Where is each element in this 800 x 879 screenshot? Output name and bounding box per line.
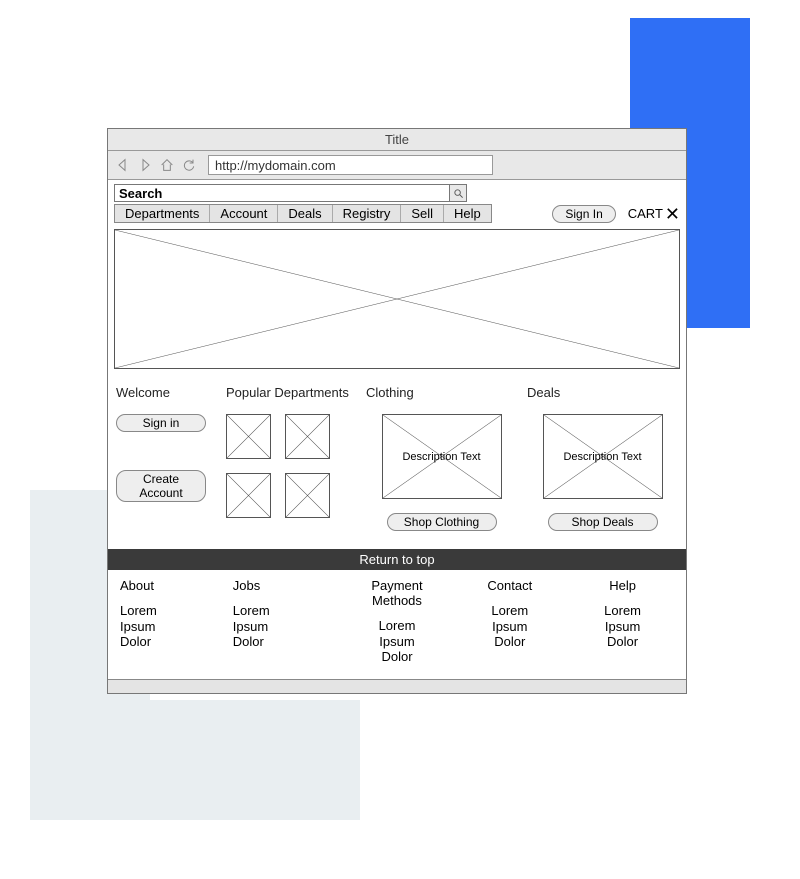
- footer-link[interactable]: Ipsum: [571, 619, 674, 635]
- footer-link[interactable]: Lorem: [233, 603, 336, 619]
- footer-link[interactable]: Ipsum: [233, 619, 336, 635]
- footer-col-title[interactable]: Contact: [458, 578, 561, 593]
- deals-title: Deals: [527, 385, 560, 400]
- menu-help[interactable]: Help: [444, 205, 491, 222]
- welcome-signin-button[interactable]: Sign in: [116, 414, 206, 432]
- hero-image-placeholder: [114, 229, 680, 369]
- window-title: Title: [108, 129, 686, 151]
- back-icon[interactable]: [114, 156, 132, 174]
- clothing-title: Clothing: [366, 385, 414, 400]
- popular-title: Popular Departments: [226, 385, 356, 400]
- deals-image-placeholder: Description Text: [543, 414, 663, 499]
- footer-link[interactable]: Dolor: [233, 634, 336, 650]
- footer-link[interactable]: Lorem: [458, 603, 561, 619]
- return-to-top[interactable]: Return to top: [108, 549, 686, 570]
- footer-link[interactable]: Lorem: [346, 618, 449, 634]
- dept-thumb[interactable]: [226, 473, 271, 518]
- clothing-desc: Description Text: [383, 415, 501, 498]
- browser-toolbar: [108, 151, 686, 180]
- dept-thumb[interactable]: [285, 473, 330, 518]
- footer-link[interactable]: Dolor: [120, 634, 223, 650]
- footer-link[interactable]: Dolor: [346, 649, 449, 665]
- search-input[interactable]: [114, 184, 449, 202]
- signin-button[interactable]: Sign In: [552, 205, 615, 223]
- deals-desc: Description Text: [544, 415, 662, 498]
- footer: About Lorem Ipsum Dolor Jobs Lorem Ipsum…: [108, 570, 686, 679]
- close-icon: ✕: [665, 208, 680, 220]
- menu-account[interactable]: Account: [210, 205, 278, 222]
- footer-link[interactable]: Ipsum: [346, 634, 449, 650]
- footer-link[interactable]: Lorem: [120, 603, 223, 619]
- clothing-image-placeholder: Description Text: [382, 414, 502, 499]
- forward-icon[interactable]: [136, 156, 154, 174]
- footer-col-title[interactable]: About: [120, 578, 223, 593]
- footer-col-title[interactable]: Payment Methods: [346, 578, 449, 608]
- menu-departments[interactable]: Departments: [115, 205, 210, 222]
- footer-link[interactable]: Ipsum: [120, 619, 223, 635]
- home-icon[interactable]: [158, 156, 176, 174]
- menu-deals[interactable]: Deals: [278, 205, 332, 222]
- footer-col-title[interactable]: Jobs: [233, 578, 336, 593]
- footer-col-title[interactable]: Help: [571, 578, 674, 593]
- shop-deals-button[interactable]: Shop Deals: [548, 513, 658, 531]
- footer-link[interactable]: Dolor: [571, 634, 674, 650]
- menu-registry[interactable]: Registry: [333, 205, 402, 222]
- url-input[interactable]: [208, 155, 493, 175]
- dept-thumb[interactable]: [226, 414, 271, 459]
- browser-window: Title Departments Account Deals: [107, 128, 687, 694]
- search-icon[interactable]: [449, 184, 467, 202]
- shop-clothing-button[interactable]: Shop Clothing: [387, 513, 497, 531]
- reload-icon[interactable]: [180, 156, 198, 174]
- cart-link[interactable]: CART ✕: [628, 206, 680, 221]
- footer-link[interactable]: Lorem: [571, 603, 674, 619]
- create-account-button[interactable]: Create Account: [116, 470, 206, 502]
- cart-label: CART: [628, 206, 663, 221]
- menu-sell[interactable]: Sell: [401, 205, 444, 222]
- status-bar: [108, 679, 686, 693]
- dept-thumb[interactable]: [285, 414, 330, 459]
- footer-link[interactable]: Ipsum: [458, 619, 561, 635]
- welcome-title: Welcome: [116, 385, 216, 400]
- footer-link[interactable]: Dolor: [458, 634, 561, 650]
- main-menu: Departments Account Deals Registry Sell …: [114, 204, 492, 223]
